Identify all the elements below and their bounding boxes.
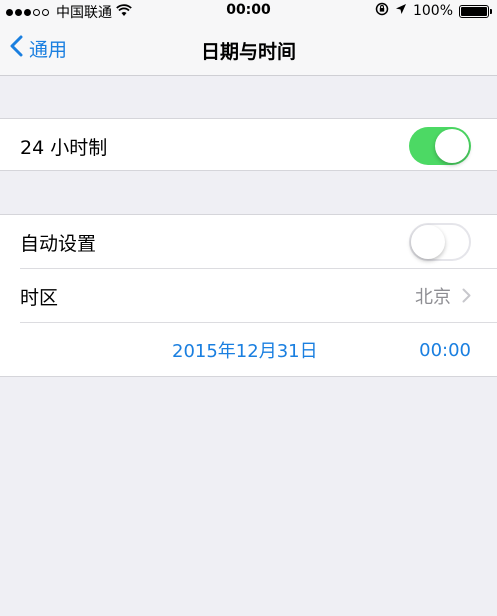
date-value[interactable]: 2015年12月31日 [172, 337, 318, 363]
setting-label-timezone: 时区 [20, 286, 59, 309]
toggle-knob [411, 225, 445, 259]
setting-row-24-hour: 24 小时制 [0, 119, 497, 173]
screen: 中国联通 00:00 100% 通用 日期与时间 24 小时制 自动设置 时区 … [0, 0, 497, 616]
toggle-24-hour[interactable] [409, 127, 471, 165]
location-arrow-icon [395, 3, 407, 19]
status-right: 100% [375, 2, 492, 20]
page-title: 日期与时间 [200, 41, 296, 63]
setting-row-auto-set: 自动设置 [0, 215, 497, 269]
setting-row-date-time: 2015年12月31日 00:00 [0, 323, 497, 377]
setting-label-auto-set: 自动设置 [20, 232, 97, 255]
setting-label-24-hour: 24 小时制 [20, 136, 108, 159]
navigation-bar: 通用 日期与时间 [0, 22, 497, 76]
battery-percent: 100% [412, 3, 453, 19]
settings-group-datetime: 自动设置 时区 北京 2015年12月31日 00:00 [0, 214, 497, 377]
toggle-auto-set[interactable] [409, 223, 471, 261]
status-bar: 中国联通 00:00 100% [0, 0, 497, 22]
battery-icon [459, 4, 492, 18]
toggle-knob [435, 129, 469, 163]
chevron-right-icon [462, 288, 471, 307]
time-value[interactable]: 00:00 [419, 340, 471, 361]
orientation-lock-icon [375, 2, 389, 20]
settings-group-format: 24 小时制 [0, 118, 497, 171]
timezone-value: 北京 [415, 287, 451, 308]
setting-row-timezone[interactable]: 时区 北京 [0, 269, 497, 323]
